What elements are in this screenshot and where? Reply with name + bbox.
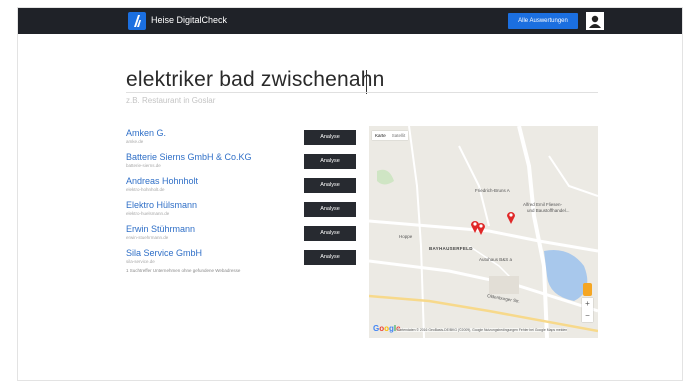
text-cursor <box>366 70 367 94</box>
search-query-input[interactable]: elektriker bad zwischenahn <box>126 68 385 92</box>
map-marker-icon[interactable] <box>506 210 516 224</box>
analyse-button[interactable]: Analyse <box>304 130 356 145</box>
map-label-hoppe: Hoppe <box>399 234 413 239</box>
map-label-friedrich: Friedrich-Bruns A <box>475 188 510 193</box>
result-row: Elektro Hülsmann elektro-huelsmann.de An… <box>126 200 366 224</box>
result-name-link[interactable]: Sila Service GmbH <box>126 248 202 258</box>
analyse-button[interactable]: Analyse <box>304 154 356 169</box>
map-label-bayhauserfeld: BAYHAUSERFELD <box>429 246 473 251</box>
analyse-button[interactable]: Analyse <box>304 250 356 265</box>
search-placeholder-hint: z.B. Restaurant in Goslar <box>126 96 216 105</box>
brand-title: Heise DigitalCheck <box>151 15 228 25</box>
browser-frame: Heise DigitalCheck Alle Auswertungen ele… <box>18 8 682 380</box>
map-type-karte[interactable]: Karte <box>372 131 389 140</box>
search-underline <box>126 92 598 93</box>
google-map[interactable]: Karte Satellit Friedrich-Bruns A Alfred E… <box>369 126 598 338</box>
result-name-link[interactable]: Elektro Hülsmann <box>126 200 197 210</box>
map-type-satellit[interactable]: Satellit <box>389 131 409 140</box>
result-name-link[interactable]: Batterie Sierns GmbH & Co.KG <box>126 152 252 162</box>
map-attribution: Kartendaten © 2016 GeoBasis-DE/BKG (©200… <box>397 328 568 332</box>
result-domain: batterie-sierns.de <box>126 163 161 168</box>
result-row: Amken G. amke.de Analyse <box>126 128 366 152</box>
results-footnote: 1 Suchtreffer Unternehmen ohne gefundene… <box>126 268 241 273</box>
result-row: Erwin Stührmann erwin-stuehrmann.de Anal… <box>126 224 366 248</box>
map-label-autohaus: Autohaus B&S a <box>479 257 513 262</box>
map-label-fliesen-2: und Baustoffhandel... <box>527 208 570 213</box>
result-domain: erwin-stuehrmann.de <box>126 235 169 240</box>
result-name-link[interactable]: Erwin Stührmann <box>126 224 195 234</box>
result-row: Andreas Hohnholt elektro-hohnholt.de Ana… <box>126 176 366 200</box>
result-name-link[interactable]: Amken G. <box>126 128 166 138</box>
analyse-button[interactable]: Analyse <box>304 226 356 241</box>
street-view-pegman-icon[interactable] <box>583 283 592 296</box>
result-row: Batterie Sierns GmbH & Co.KG batterie-si… <box>126 152 366 176</box>
result-domain: amke.de <box>126 139 144 144</box>
map-marker-icon[interactable] <box>476 221 486 235</box>
all-evaluations-button[interactable]: Alle Auswertungen <box>508 13 578 29</box>
analyse-button[interactable]: Analyse <box>304 178 356 193</box>
zoom-out-button[interactable]: − <box>582 310 593 322</box>
zoom-in-button[interactable]: + <box>582 298 593 310</box>
map-zoom-control: + − <box>582 298 593 322</box>
result-domain: elektro-huelsmann.de <box>126 211 170 216</box>
result-name-link[interactable]: Andreas Hohnholt <box>126 176 198 186</box>
result-domain: sila-service.de <box>126 259 155 264</box>
map-type-switch[interactable]: Karte Satellit <box>372 131 409 140</box>
top-navigation-bar: Heise DigitalCheck Alle Auswertungen <box>18 8 682 34</box>
map-label-fliesen: Alfred Emil Fliesen- <box>523 202 563 207</box>
results-list: Amken G. amke.de Analyse Batterie Sierns… <box>126 128 366 272</box>
user-avatar-icon[interactable] <box>586 12 604 30</box>
heise-logo-icon[interactable] <box>128 12 146 30</box>
analyse-button[interactable]: Analyse <box>304 202 356 217</box>
result-domain: elektro-hohnholt.de <box>126 187 165 192</box>
